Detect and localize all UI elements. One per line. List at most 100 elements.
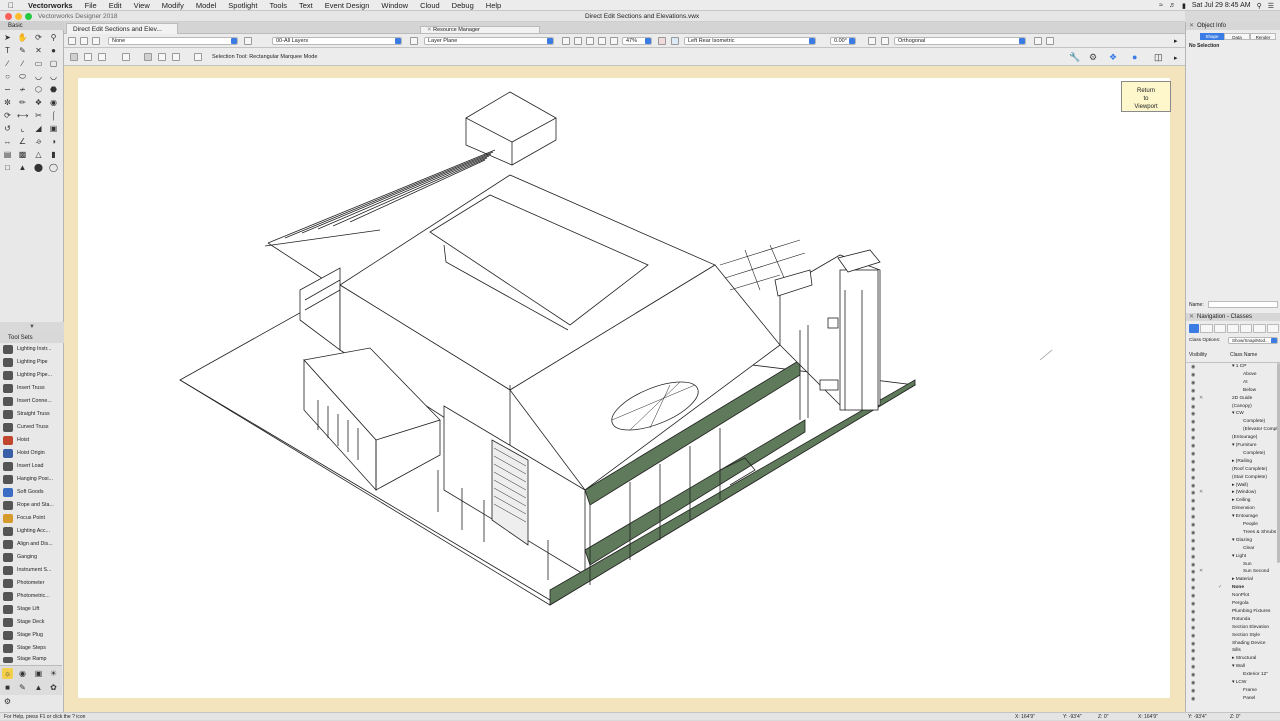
selection-tool-icon[interactable]: ➤ bbox=[2, 32, 13, 43]
visibility-eye-icon[interactable]: ◉ bbox=[1191, 600, 1195, 608]
symbols-tab-icon[interactable] bbox=[1266, 324, 1279, 333]
tool-rope-stanchion[interactable]: Rope and Sta... bbox=[0, 499, 60, 512]
layer-stack-icon[interactable]: ◫ bbox=[1154, 52, 1163, 63]
visibility-eye-icon[interactable]: ◉ bbox=[1191, 624, 1195, 632]
visibility-eye-icon[interactable]: ◉ bbox=[1191, 655, 1195, 663]
close-palette-icon[interactable]: ✕ bbox=[1189, 22, 1194, 30]
landscape-toolset-icon[interactable]: ✿ bbox=[48, 682, 59, 693]
tool-instrument-summary[interactable]: Instrument S... bbox=[0, 564, 60, 577]
back-icon[interactable] bbox=[68, 37, 76, 45]
tool-lighting-instrument[interactable]: Lighting Instr... bbox=[0, 343, 60, 356]
standard-view-dropdown[interactable]: Left Rear Isometric bbox=[684, 37, 816, 45]
marquee-mode-icon[interactable] bbox=[70, 53, 78, 61]
wall-tool-icon[interactable]: ▤ bbox=[2, 149, 13, 160]
class-row[interactable]: ◉ ▾ 1 CP bbox=[1186, 363, 1279, 371]
active-plane-dropdown[interactable]: Layer Plane bbox=[424, 37, 554, 45]
arc-tool-icon[interactable]: ◡ bbox=[33, 71, 44, 82]
selection-preferences-icon[interactable] bbox=[194, 53, 202, 61]
pan-tool-icon[interactable]: ✋ bbox=[17, 32, 28, 43]
tool-insert-truss[interactable]: Insert Truss bbox=[0, 382, 60, 395]
projection-options-icon[interactable] bbox=[881, 37, 889, 45]
render-mode-icon[interactable] bbox=[658, 37, 666, 45]
visualization-toolset-icon[interactable]: ☀ bbox=[48, 668, 59, 679]
freehand-tool-icon[interactable]: ∽ bbox=[2, 84, 13, 95]
views-tab-icon[interactable] bbox=[1240, 324, 1253, 333]
menu-help[interactable]: Help bbox=[480, 1, 507, 10]
class-row[interactable]: ◉ Frame bbox=[1186, 687, 1279, 695]
visibility-eye-icon[interactable]: ◉ bbox=[1191, 442, 1195, 450]
class-row[interactable]: ◉ ✕ ▸ (Window) bbox=[1186, 489, 1279, 497]
column-tool-icon[interactable]: ▮ bbox=[48, 149, 59, 160]
class-row[interactable]: ◉ ▸ Material bbox=[1186, 576, 1279, 584]
tool-hoist-origin[interactable]: Hoist Origin bbox=[0, 447, 60, 460]
references-tab-icon[interactable] bbox=[1253, 324, 1266, 333]
visibility-eye-icon[interactable]: ◉ bbox=[1191, 687, 1195, 695]
layer-options-icon[interactable] bbox=[244, 37, 252, 45]
class-row[interactable]: ◉ Exterior 12" bbox=[1186, 671, 1279, 679]
visibility-eye-icon[interactable]: ◉ bbox=[1191, 387, 1195, 395]
attribute-tool-icon[interactable]: ❖ bbox=[33, 97, 44, 108]
quarter-arc-tool-icon[interactable]: ◡ bbox=[48, 71, 59, 82]
visibility-eye-icon[interactable]: ◉ bbox=[1191, 663, 1195, 671]
tab-render[interactable]: Render bbox=[1250, 33, 1276, 40]
class-row[interactable]: ◉ ▾ Wall bbox=[1186, 663, 1279, 671]
tab-shape[interactable]: Shape bbox=[1200, 33, 1224, 40]
class-row[interactable]: ◉ ▸ (Wall) bbox=[1186, 482, 1279, 490]
dimension-tool-icon[interactable]: ↔ bbox=[2, 136, 13, 147]
clock-text[interactable]: Sat Jul 29 8:45 AM bbox=[1192, 2, 1251, 9]
invisible-x-icon[interactable]: ✕ bbox=[1199, 489, 1203, 497]
tool-focus-point[interactable]: Focus Point bbox=[0, 512, 60, 525]
class-row[interactable]: ◉ (Entourage) bbox=[1186, 434, 1279, 442]
class-options-dropdown[interactable]: Show/Snap/Mod... bbox=[1228, 337, 1278, 344]
name-field[interactable] bbox=[1208, 301, 1278, 308]
projection-dropdown[interactable]: Orthogonal bbox=[894, 37, 1026, 45]
more-modes-icon[interactable]: ▸ bbox=[1174, 54, 1178, 62]
search-icon[interactable]: ⚲ bbox=[1257, 2, 1262, 10]
visibility-eye-icon[interactable]: ◉ bbox=[1191, 632, 1195, 640]
class-row[interactable]: ◉ Below bbox=[1186, 387, 1279, 395]
class-row[interactable]: ◉ ✕ Sun Second bbox=[1186, 568, 1279, 576]
visibility-eye-icon[interactable]: ◉ bbox=[1191, 513, 1195, 521]
visibility-eye-icon[interactable]: ◉ bbox=[1191, 576, 1195, 584]
visibility-eye-icon[interactable]: ◉ bbox=[1191, 474, 1195, 482]
clip-tool-icon[interactable]: ▣ bbox=[48, 123, 59, 134]
visibility-eye-icon[interactable]: ◉ bbox=[1191, 505, 1195, 513]
offset-tool-icon[interactable]: ↺ bbox=[2, 123, 13, 134]
class-row[interactable]: ◉ (Elevator Complex) bbox=[1186, 426, 1279, 434]
rotate-plan-icon[interactable] bbox=[586, 37, 594, 45]
lighting-options-icon[interactable] bbox=[868, 37, 876, 45]
menu-edit[interactable]: Edit bbox=[103, 1, 128, 10]
invisible-x-icon[interactable]: ✕ bbox=[1199, 395, 1203, 403]
class-row[interactable]: ◉ ▾ LCW bbox=[1186, 679, 1279, 687]
visibility-eye-icon[interactable]: ◉ bbox=[1191, 482, 1195, 490]
class-row[interactable]: ◉ ▸ Structural bbox=[1186, 655, 1279, 663]
line-tool-icon[interactable]: ∕ bbox=[2, 58, 13, 69]
menu-view[interactable]: View bbox=[128, 1, 156, 10]
visibility-eye-icon[interactable]: ◉ bbox=[1191, 592, 1195, 600]
detailing-toolset-icon[interactable]: ✎ bbox=[17, 682, 28, 693]
visibility-eye-icon[interactable]: ◉ bbox=[1191, 537, 1195, 545]
drawing-canvas[interactable] bbox=[78, 78, 1170, 698]
viewports-tab-icon[interactable] bbox=[1226, 324, 1240, 333]
menu-file[interactable]: File bbox=[79, 1, 103, 10]
class-row[interactable]: ◉ ▸ Ceiling bbox=[1186, 497, 1279, 505]
chamfer-tool-icon[interactable]: ◢ bbox=[33, 123, 44, 134]
zoom-out-icon[interactable] bbox=[610, 37, 618, 45]
minimize-window-button[interactable] bbox=[15, 13, 22, 20]
tool-insert-load[interactable]: Insert Load bbox=[0, 460, 60, 473]
close-tab-icon[interactable]: ✕ bbox=[427, 27, 432, 33]
lasso-marquee-icon[interactable] bbox=[158, 53, 166, 61]
class-options-icon[interactable] bbox=[92, 37, 100, 45]
class-row[interactable]: ◉ ▸ (Railing bbox=[1186, 458, 1279, 466]
furniture-toolset-icon[interactable]: ■ bbox=[2, 682, 13, 693]
menu-window[interactable]: Window bbox=[375, 1, 414, 10]
battery-icon[interactable]: ▮ bbox=[1182, 2, 1186, 10]
visibility-eye-icon[interactable]: ◉ bbox=[1191, 458, 1195, 466]
angular-dim-tool-icon[interactable]: ∠ bbox=[17, 136, 28, 147]
menu-list-icon[interactable]: ☰ bbox=[1268, 2, 1274, 10]
flyover-tool-icon[interactable]: ⟳ bbox=[33, 32, 44, 43]
text-tool-icon[interactable]: T bbox=[2, 45, 13, 56]
visibility-eye-icon[interactable]: ◉ bbox=[1191, 671, 1195, 679]
visibility-eye-icon[interactable]: ◉ bbox=[1191, 647, 1195, 655]
render-tool-icon[interactable]: ◯ bbox=[48, 162, 59, 173]
